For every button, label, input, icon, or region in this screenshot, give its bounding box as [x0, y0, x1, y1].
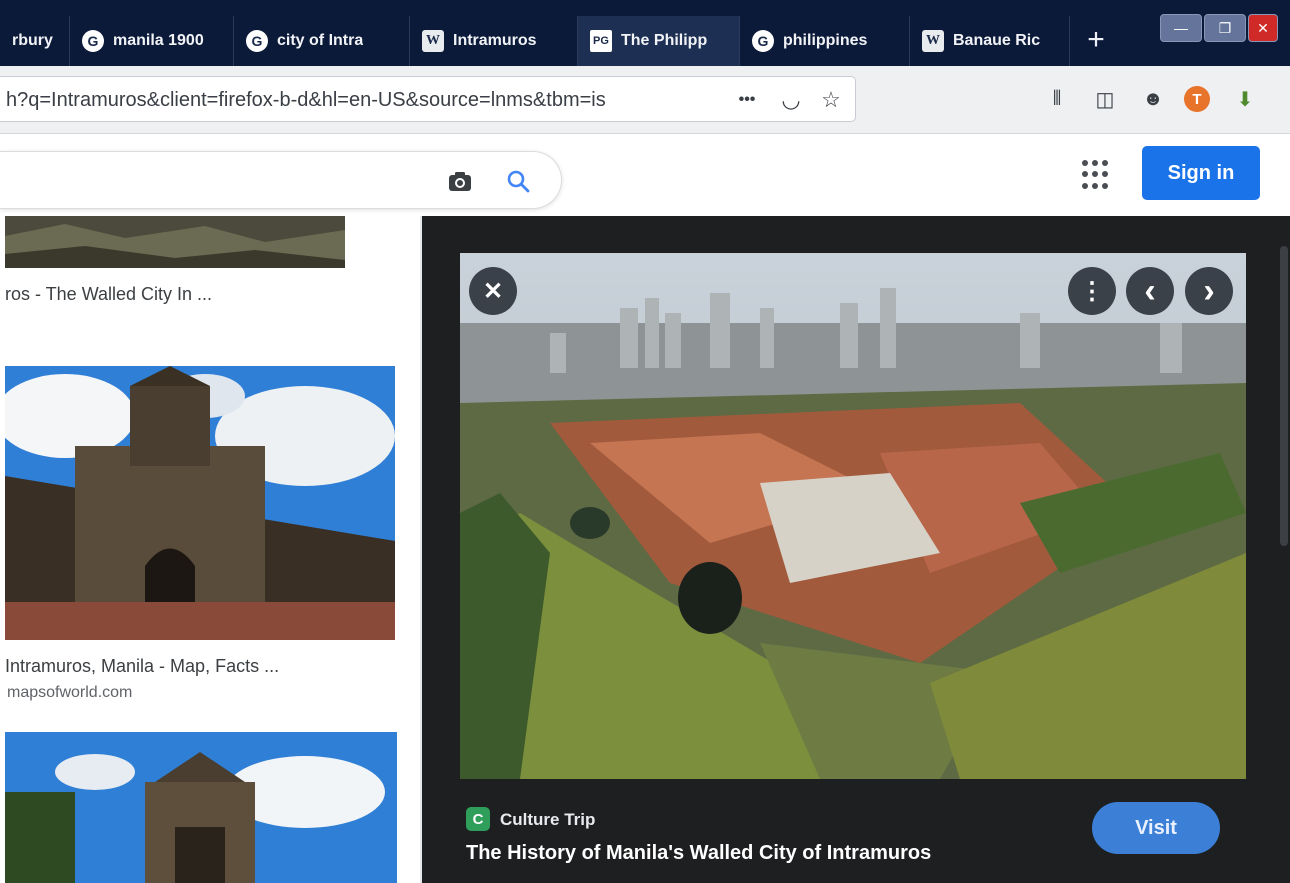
- tab-label: The Philipp: [621, 32, 708, 49]
- tab-label: city of Intra: [277, 32, 364, 49]
- preview-image[interactable]: [460, 253, 1246, 779]
- tab[interactable]: W Banaue Ric: [910, 16, 1070, 66]
- result-title[interactable]: ros - The Walled City In ...: [5, 284, 212, 305]
- sidebar-icon[interactable]: ◫: [1090, 84, 1120, 114]
- extension-download-icon[interactable]: ⬇: [1230, 84, 1260, 114]
- extension-t-icon[interactable]: T: [1184, 86, 1210, 112]
- camera-icon[interactable]: [446, 167, 474, 195]
- next-image-button[interactable]: ›: [1185, 267, 1233, 315]
- maximize-button[interactable]: ❐: [1204, 14, 1246, 42]
- image-preview-panel: ✕ ⋮ ‹ › C Culture Trip The History of Ma…: [422, 216, 1290, 883]
- tab[interactable]: W Intramuros: [410, 16, 578, 66]
- pg-icon: PG: [590, 30, 612, 52]
- tab-label: manila 1900: [113, 32, 204, 49]
- wikipedia-icon: W: [922, 30, 944, 52]
- pocket-icon[interactable]: ◡: [776, 85, 806, 115]
- address-bar[interactable]: h?q=Intramuros&client=firefox-b-d&hl=en-…: [0, 76, 856, 122]
- tab[interactable]: rbury: [0, 16, 70, 66]
- close-preview-button[interactable]: ✕: [469, 267, 517, 315]
- tab[interactable]: G philippines: [740, 16, 910, 66]
- account-icon[interactable]: ☻: [1138, 84, 1168, 114]
- page-actions-icon[interactable]: •••: [732, 85, 762, 115]
- url-text[interactable]: h?q=Intramuros&client=firefox-b-d&hl=en-…: [6, 89, 696, 112]
- result-title[interactable]: Intramuros, Manila - Map, Facts ...: [5, 656, 279, 677]
- tab-label: rbury: [12, 32, 53, 49]
- window-controls: — ❐ ✕: [1160, 14, 1278, 42]
- result-thumbnail[interactable]: [5, 366, 395, 640]
- google-icon: G: [246, 30, 268, 52]
- culture-trip-logo-icon: C: [466, 807, 490, 831]
- previous-image-button[interactable]: ‹: [1126, 267, 1174, 315]
- tab-label: Intramuros: [453, 32, 537, 49]
- google-header: Sign in: [0, 134, 1290, 216]
- scrollbar[interactable]: [1280, 246, 1288, 546]
- tab-active[interactable]: PG The Philipp: [578, 16, 740, 66]
- nav-bar: h?q=Intramuros&client=firefox-b-d&hl=en-…: [0, 66, 1290, 134]
- tab-label: Banaue Ric: [953, 32, 1041, 49]
- tab[interactable]: G manila 1900: [70, 16, 234, 66]
- source-name[interactable]: Culture Trip: [500, 810, 595, 830]
- apps-grid-icon[interactable]: [1082, 160, 1112, 190]
- image-results: ros - The Walled City In ... Intramuros,…: [0, 216, 420, 883]
- result-thumbnail[interactable]: [5, 216, 345, 268]
- tab-bar: rbury G manila 1900 G city of Intra W In…: [0, 0, 1290, 66]
- tab-label: philippines: [783, 32, 868, 49]
- tab[interactable]: G city of Intra: [234, 16, 410, 66]
- search-icon[interactable]: [504, 167, 532, 195]
- new-tab-button[interactable]: +: [1076, 20, 1116, 60]
- library-icon[interactable]: ⦀: [1042, 84, 1072, 114]
- preview-title[interactable]: The History of Manila's Walled City of I…: [466, 842, 931, 865]
- result-thumbnail[interactable]: [5, 732, 397, 883]
- close-window-button[interactable]: ✕: [1248, 14, 1278, 42]
- more-options-icon[interactable]: ⋮: [1068, 267, 1116, 315]
- minimize-button[interactable]: —: [1160, 14, 1202, 42]
- result-source[interactable]: mapsofworld.com: [7, 684, 132, 702]
- wikipedia-icon: W: [422, 30, 444, 52]
- google-icon: G: [82, 30, 104, 52]
- google-icon: G: [752, 30, 774, 52]
- visit-button[interactable]: Visit: [1092, 802, 1220, 854]
- bookmark-star-icon[interactable]: ☆: [816, 85, 846, 115]
- sign-in-button[interactable]: Sign in: [1142, 146, 1260, 200]
- search-input[interactable]: [0, 151, 562, 209]
